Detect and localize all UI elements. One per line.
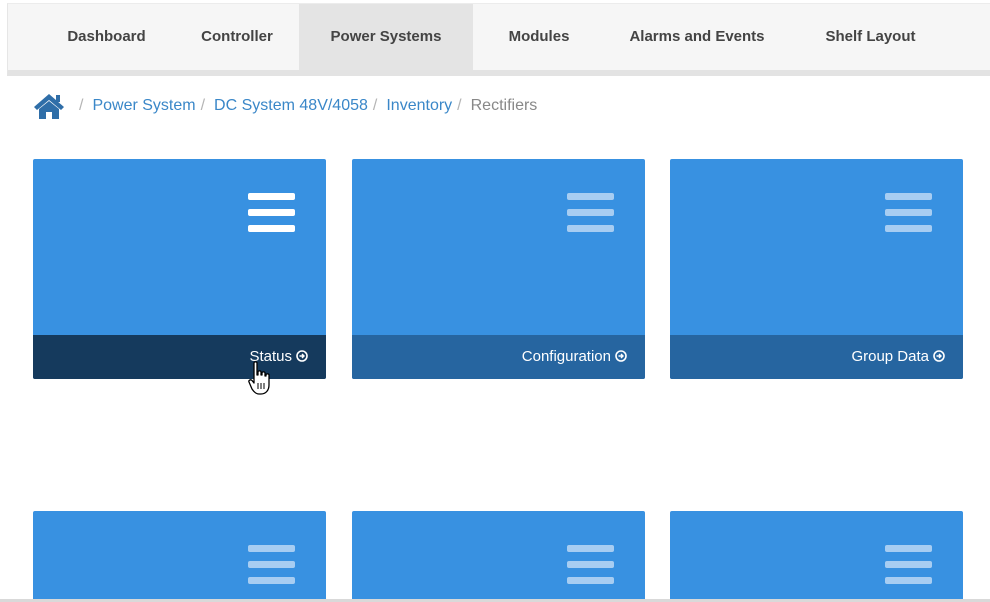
breadcrumb-inventory[interactable]: Inventory — [386, 97, 452, 115]
breadcrumb-separator: / — [79, 97, 84, 114]
tile-group-data-footer[interactable]: Group Data — [670, 335, 963, 379]
arrow-circle-right-icon — [296, 350, 308, 362]
arrow-circle-right-icon — [933, 350, 945, 362]
tile-group-data[interactable]: Group Data — [670, 159, 963, 379]
breadcrumb-separator: / — [372, 97, 378, 114]
menu-icon — [248, 193, 295, 235]
tab-modules[interactable]: Modules — [480, 4, 598, 70]
home-icon[interactable] — [33, 92, 65, 120]
tab-dashboard[interactable]: Dashboard — [42, 4, 171, 70]
tab-alarms-and-events[interactable]: Alarms and Events — [600, 4, 794, 70]
tile-4[interactable] — [33, 511, 326, 602]
tile-5[interactable] — [352, 511, 645, 602]
arrow-circle-right-icon — [615, 350, 627, 362]
hand-cursor-icon — [248, 361, 270, 395]
tile-6[interactable] — [670, 511, 963, 602]
top-navbar: Dashboard Controller Power Systems Modul… — [7, 3, 990, 76]
tile-configuration[interactable]: Configuration — [352, 159, 645, 379]
menu-icon — [885, 545, 932, 587]
breadcrumb: / Power System / DC System 48V/4058 / In… — [33, 88, 537, 124]
tile-status[interactable]: Status — [33, 159, 326, 379]
tile-group-data-label: Group Data — [851, 348, 929, 365]
breadcrumb-separator: / — [200, 97, 206, 114]
menu-icon — [885, 193, 932, 235]
tab-controller[interactable]: Controller — [177, 4, 297, 70]
breadcrumb-power-system[interactable]: Power System — [92, 97, 195, 115]
tile-configuration-footer[interactable]: Configuration — [352, 335, 645, 379]
menu-icon — [567, 545, 614, 587]
menu-icon — [248, 545, 295, 587]
breadcrumb-rectifiers: Rectifiers — [470, 97, 538, 114]
breadcrumb-dc-system[interactable]: DC System 48V/4058 — [214, 97, 368, 115]
tab-power-systems[interactable]: Power Systems — [299, 4, 473, 70]
menu-icon — [567, 193, 614, 235]
tile-status-footer[interactable]: Status — [33, 335, 326, 379]
breadcrumb-separator: / — [457, 97, 462, 114]
tile-configuration-label: Configuration — [521, 348, 611, 365]
tab-shelf-layout[interactable]: Shelf Layout — [800, 4, 941, 70]
